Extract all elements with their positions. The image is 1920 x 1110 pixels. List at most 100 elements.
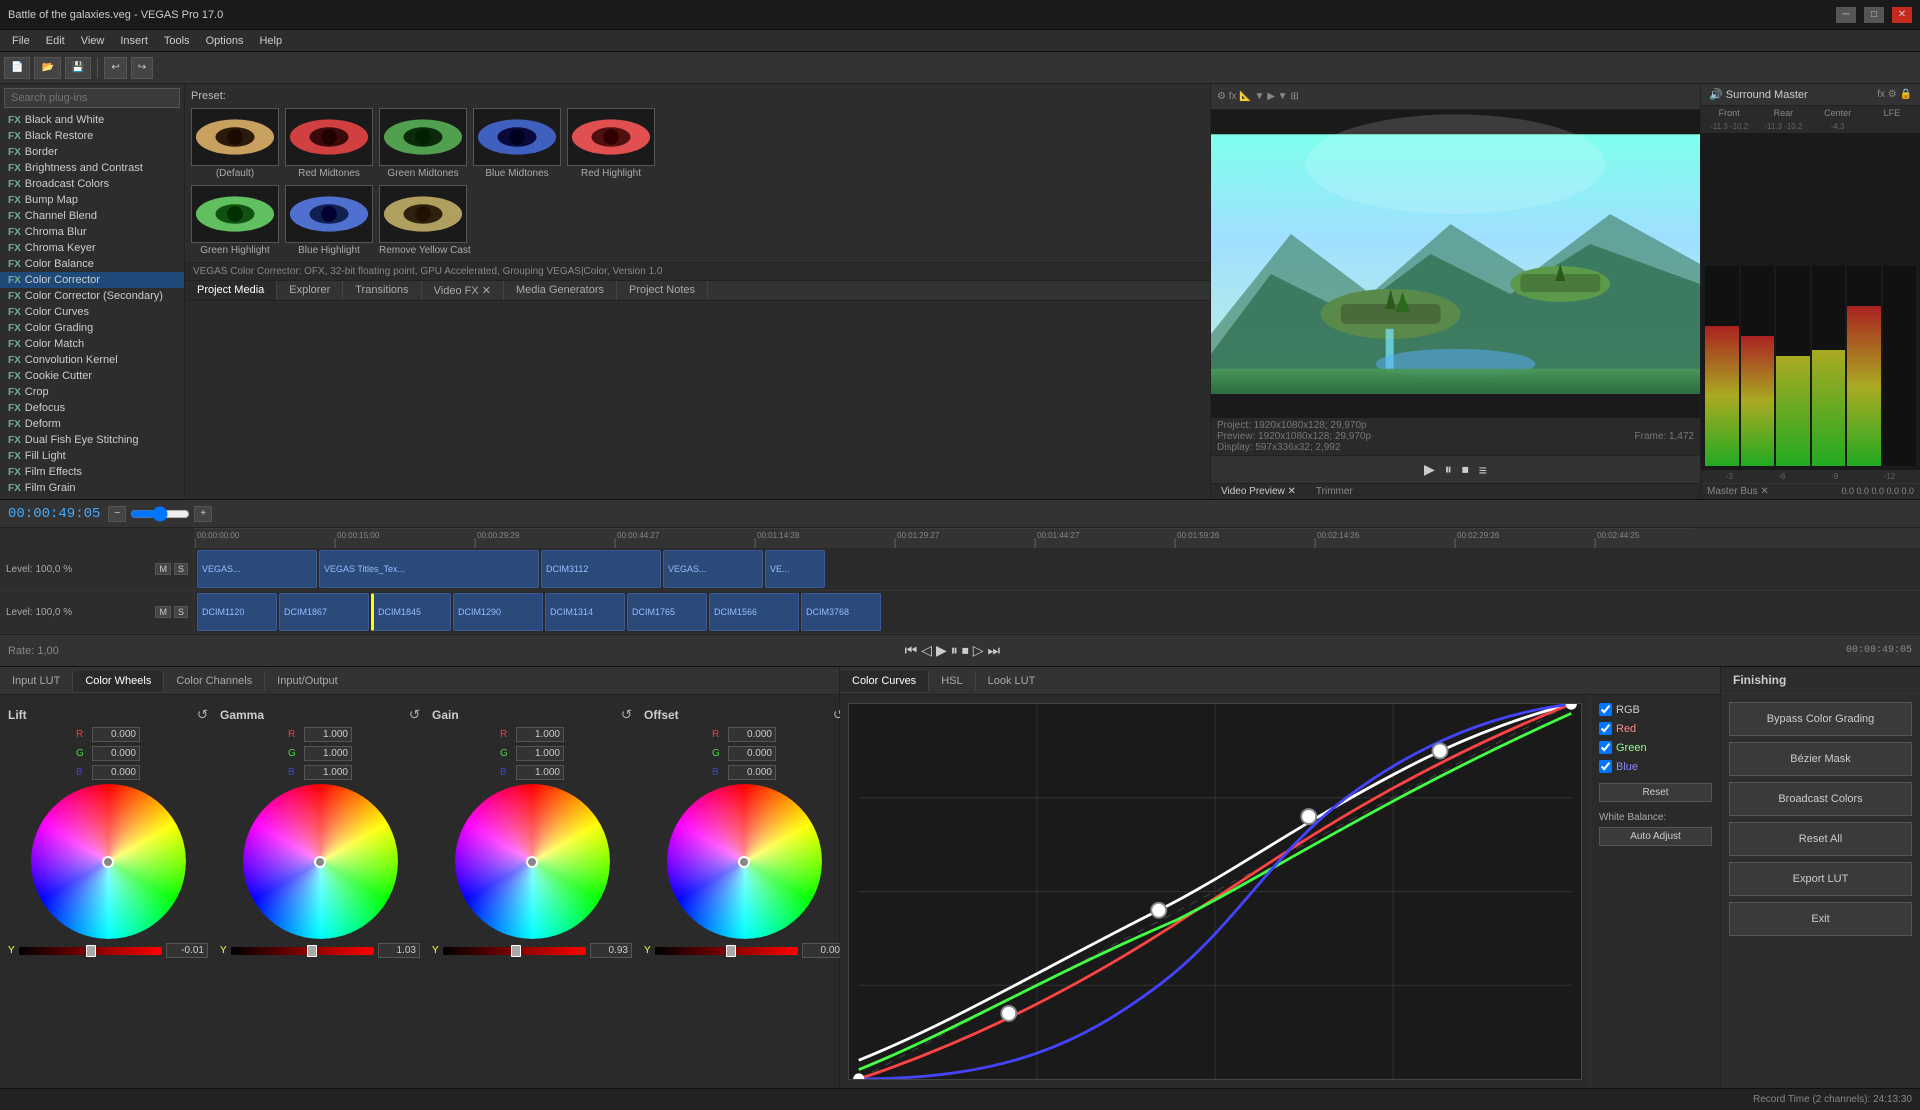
tab-hsl[interactable]: HSL [929,671,975,691]
timeline-zoom-slider[interactable] [130,506,190,522]
tab-color-channels[interactable]: Color Channels [164,671,265,691]
plugin-item-convolution-kernel[interactable]: FXConvolution Kernel [0,352,184,368]
preset-default[interactable]: (Default) [191,108,279,179]
plugin-item-film-effects[interactable]: FXFilm Effects [0,464,184,480]
lift-wheel-dot[interactable] [102,856,114,868]
plugin-item-color-curves[interactable]: FXColor Curves [0,304,184,320]
tab-look-lut[interactable]: Look LUT [976,671,1048,691]
plugin-item-bump-map[interactable]: FXBump Map [0,192,184,208]
offset-b-input[interactable] [728,765,776,780]
menu-button[interactable]: ≡ [1479,462,1487,478]
plugin-item-chroma-blur[interactable]: FXChroma Blur [0,224,184,240]
offset-wheel[interactable] [667,784,822,939]
tab-trimmer[interactable]: Trimmer [1306,484,1363,499]
lift-reset-btn[interactable]: ↺ [197,707,208,723]
track-mute-1[interactable]: M [155,563,171,575]
search-input[interactable] [4,88,180,108]
preset-blue-highlight[interactable]: Blue Highlight [285,185,373,256]
auto-adjust-btn[interactable]: Auto Adjust [1599,827,1712,846]
checkbox-rgb[interactable] [1599,703,1612,716]
plugin-item-film-grain[interactable]: FXFilm Grain [0,480,184,496]
offset-g-input[interactable] [728,746,776,761]
menu-insert[interactable]: Insert [112,33,156,49]
tab-media-generators[interactable]: Media Generators [504,281,617,300]
gamma-y-input[interactable] [378,943,420,958]
gain-y-input[interactable] [590,943,632,958]
gamma-y-slider[interactable] [231,947,374,955]
plugin-item-color-corrector-(secondary)[interactable]: FXColor Corrector (Secondary) [0,288,184,304]
clip-vegas-1[interactable]: VEGAS... [197,550,317,588]
plugin-item-black-and-white[interactable]: FXBlack and White [0,112,184,128]
clip-dcim3768[interactable]: DCIM3768 [801,593,881,631]
open-button[interactable]: 📂 [34,57,60,79]
preset-red-midtones[interactable]: Red Midtones [285,108,373,179]
bezier-mask-btn[interactable]: Bézier Mask [1729,742,1912,776]
pause-button[interactable]: ⏸ [1445,461,1452,478]
offset-y-input[interactable] [802,943,844,958]
checkbox-red[interactable] [1599,722,1612,735]
new-button[interactable]: 📄 [4,57,30,79]
curves-canvas[interactable] [848,703,1582,1080]
timeline-zoom-in[interactable]: + [194,506,212,522]
reset-all-btn[interactable]: Reset All [1729,822,1912,856]
minimize-button[interactable]: ─ [1836,7,1856,23]
preset-green-highlight[interactable]: Green Highlight [191,185,279,256]
undo-button[interactable]: ↩ [104,57,126,79]
menu-tools[interactable]: Tools [156,33,198,49]
export-lut-btn[interactable]: Export LUT [1729,862,1912,896]
lift-wheel[interactable] [31,784,186,939]
rewind-btn[interactable]: ⏮ [905,642,918,659]
close-button[interactable]: ✕ [1892,7,1912,23]
tab-video-preview[interactable]: Video Preview ✕ [1211,484,1306,499]
menu-file[interactable]: File [4,33,38,49]
plugin-item-black-restore[interactable]: FXBlack Restore [0,128,184,144]
tab-color-curves[interactable]: Color Curves [840,671,929,691]
lift-g-input[interactable] [92,746,140,761]
clip-ve[interactable]: VE... [765,550,825,588]
plugin-item-crop[interactable]: FXCrop [0,384,184,400]
menu-edit[interactable]: Edit [38,33,73,49]
stop-button[interactable]: ⏹ [1462,461,1469,478]
menu-view[interactable]: View [73,33,113,49]
preset-blue-midtones[interactable]: Blue Midtones [473,108,561,179]
preset-red-highlight[interactable]: Red Highlight [567,108,655,179]
gain-wheel[interactable] [455,784,610,939]
exit-btn[interactable]: Exit [1729,902,1912,936]
broadcast-colors-btn[interactable]: Broadcast Colors [1729,782,1912,816]
tab-input-output[interactable]: Input/Output [265,671,350,691]
curves-reset-btn[interactable]: Reset [1599,783,1712,802]
tab-transitions[interactable]: Transitions [343,281,421,300]
forward-btn[interactable]: ⏭ [988,642,1001,659]
gamma-wheel-dot[interactable] [314,856,326,868]
gain-wheel-dot[interactable] [526,856,538,868]
lift-y-input[interactable] [166,943,208,958]
clip-dcim1765[interactable]: DCIM1765 [627,593,707,631]
pause-btn[interactable]: ⏸ [951,642,958,659]
gain-reset-btn[interactable]: ↺ [621,707,632,723]
preset-green-midtones[interactable]: Green Midtones [379,108,467,179]
gain-r-input[interactable] [516,727,564,742]
clip-dcim1845[interactable]: DCIM1845 [371,593,451,631]
save-button[interactable]: 💾 [65,57,91,79]
track-mute-2[interactable]: M [155,606,171,618]
plugin-item-color-balance[interactable]: FXColor Balance [0,256,184,272]
lift-r-input[interactable] [92,727,140,742]
tab-video-fx[interactable]: Video FX ✕ [422,281,504,300]
track-solo-1[interactable]: S [174,563,188,575]
tab-input-lut[interactable]: Input LUT [0,671,73,691]
clip-dcim1290[interactable]: DCIM1290 [453,593,543,631]
gain-b-input[interactable] [516,765,564,780]
clip-dcim1867[interactable]: DCIM1867 [279,593,369,631]
plugin-item-color-grading[interactable]: FXColor Grading [0,320,184,336]
clip-dcim1120[interactable]: DCIM1120 [197,593,277,631]
offset-wheel-dot[interactable] [738,856,750,868]
maximize-button[interactable]: □ [1864,7,1884,23]
play-button[interactable]: ▶ [1424,461,1435,478]
menu-options[interactable]: Options [198,33,252,49]
redo-button[interactable]: ↪ [131,57,153,79]
checkbox-blue[interactable] [1599,760,1612,773]
clip-vegas-titles[interactable]: VEGAS Titles_Tex... [319,550,539,588]
clip-dcim1566[interactable]: DCIM1566 [709,593,799,631]
plugin-item-fill-light[interactable]: FXFill Light [0,448,184,464]
next-frame-btn[interactable]: ▷ [973,642,984,659]
